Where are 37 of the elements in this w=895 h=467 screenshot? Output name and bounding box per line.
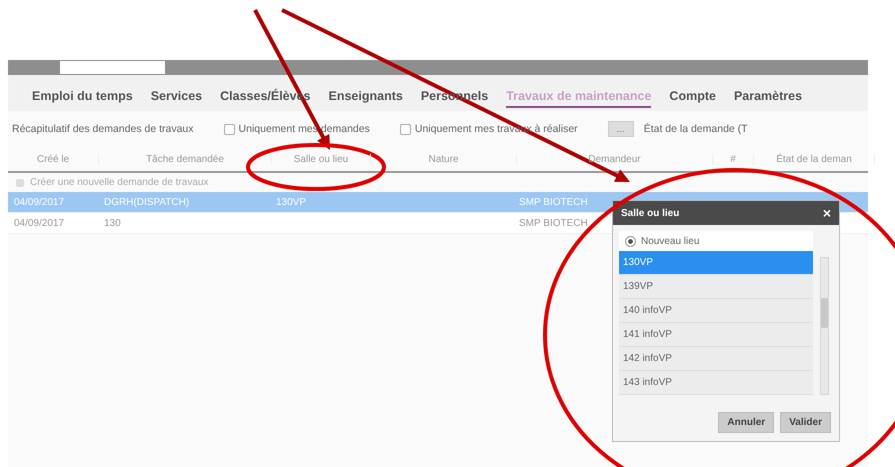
radio-label: Nouveau lieu	[641, 236, 700, 246]
column-header[interactable]: #	[713, 154, 754, 164]
state-button[interactable]: ...	[608, 121, 634, 137]
table-cell: DGRH(DISPATCH)	[104, 196, 190, 208]
table-cell: 130VP	[276, 196, 306, 208]
menu-tab[interactable]: Services	[150, 89, 202, 108]
list-item[interactable]: 139VP	[619, 275, 813, 299]
column-header[interactable]: État de la deman	[754, 154, 875, 164]
menu-tab[interactable]: Compte	[669, 89, 716, 108]
list-item[interactable]: 143 infoVP	[619, 371, 813, 395]
table-cell: 04/09/2017	[14, 196, 64, 208]
table-cell: 130	[104, 218, 121, 228]
menu-tab[interactable]: Emploi du temps	[32, 89, 133, 108]
state-label: État de la demande (T	[644, 123, 748, 135]
column-header[interactable]: Demandeur	[517, 154, 713, 164]
dialog-button[interactable]: Valider	[780, 412, 831, 433]
list-item[interactable]: 140 infoVP	[619, 299, 813, 323]
column-header[interactable]: Nature	[371, 154, 517, 164]
section-title: Récapitulatif des demandes de travaux	[12, 123, 194, 135]
menu-tab[interactable]: Paramètres	[734, 89, 802, 108]
plus-icon	[16, 178, 24, 186]
checkbox[interactable]	[224, 124, 235, 134]
list-item[interactable]: 142 infoVP	[619, 347, 813, 371]
table-cell: SMP BIOTECH	[519, 196, 588, 208]
checkbox[interactable]	[400, 124, 411, 134]
menu-tab[interactable]: Enseignants	[328, 89, 403, 108]
table-cell: SMP BIOTECH	[519, 218, 588, 228]
column-header[interactable]: Tâche demandée	[99, 154, 272, 164]
scrollbar[interactable]	[820, 257, 829, 395]
list-item[interactable]: 141 infoVP	[619, 323, 813, 347]
table-cell: 04/09/2017	[14, 218, 64, 228]
radio-button[interactable]	[625, 236, 636, 246]
column-header[interactable]: Créé le	[8, 154, 99, 164]
column-header[interactable]: Salle ou lieu	[272, 154, 371, 164]
checkbox-label: Uniquement mes demandes	[238, 123, 370, 135]
list-item[interactable]: 130VP	[619, 251, 813, 275]
dialog-button[interactable]: Annuler	[718, 412, 774, 433]
